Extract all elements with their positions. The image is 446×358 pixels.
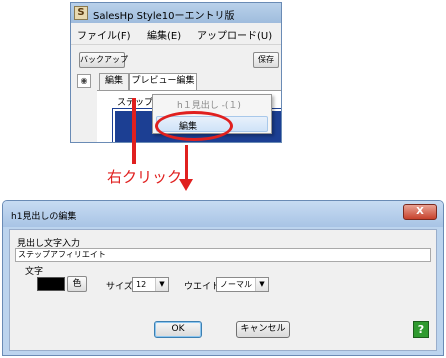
menu-upload[interactable]: アップロード(U) — [197, 27, 272, 42]
heading-text-input[interactable]: ステップアフィリエイト — [15, 248, 431, 262]
tab-preview-edit[interactable]: プレビュー編集 — [129, 73, 197, 91]
annotation-pointer-line — [132, 98, 136, 164]
size-select[interactable]: 12 ▼ — [132, 277, 169, 292]
help-icon[interactable]: ? — [413, 321, 429, 338]
h1-edit-dialog: h1見出しの編集 X 見出し文字入力 ステップアフィリエイト 文字 色 サイズ … — [2, 200, 444, 356]
save-button[interactable]: 保存 — [253, 52, 279, 68]
dialog-body: 見出し文字入力 ステップアフィリエイト 文字 色 サイズ 12 ▼ ウエイト ノ… — [9, 229, 437, 351]
annotation-right-click-label: 右クリック — [107, 168, 183, 186]
arrow-down-icon — [179, 179, 193, 191]
menu-bar: ファイル(F) 編集(E) アップロード(U) — [71, 23, 281, 43]
main-window-title: SalesHp Style10ーエントリ版 — [93, 11, 235, 22]
color-swatch — [37, 277, 65, 291]
close-button[interactable]: X — [403, 204, 437, 220]
tab-strip: ◉ 編集 プレビュー編集 — [71, 72, 281, 91]
dialog-titlebar: h1見出しの編集 X — [3, 201, 443, 227]
preview-eye-icon[interactable]: ◉ — [77, 74, 91, 88]
text-group-label: 文字 — [25, 267, 44, 277]
cancel-button[interactable]: キャンセル — [236, 321, 290, 338]
ok-button[interactable]: OK — [154, 321, 202, 338]
app-icon: S — [74, 6, 88, 20]
chevron-down-icon[interactable]: ▼ — [155, 278, 168, 291]
weight-select[interactable]: ノーマル ▼ — [216, 277, 269, 292]
chevron-down-icon[interactable]: ▼ — [255, 278, 268, 291]
tab-edit[interactable]: 編集 — [99, 73, 129, 90]
annotation-highlight-oval — [155, 111, 233, 141]
toolbar: バックアップ 保存 — [71, 44, 281, 72]
backup-button[interactable]: バックアップ — [79, 52, 128, 68]
weight-select-value: ノーマル — [220, 280, 252, 289]
annotation-arrow-shaft — [185, 145, 188, 181]
size-select-value: 12 — [136, 280, 147, 289]
main-window-titlebar: S SalesHp Style10ーエントリ版 — [71, 3, 281, 23]
size-label: サイズ — [106, 282, 133, 292]
menu-edit[interactable]: 編集(E) — [147, 27, 181, 42]
menu-file[interactable]: ファイル(F) — [77, 27, 131, 42]
dialog-title: h1見出しの編集 — [11, 212, 77, 222]
context-item-h1: h１見出し -(１) — [177, 101, 241, 111]
weight-label: ウエイト — [184, 282, 221, 292]
color-button[interactable]: 色 — [67, 276, 87, 292]
